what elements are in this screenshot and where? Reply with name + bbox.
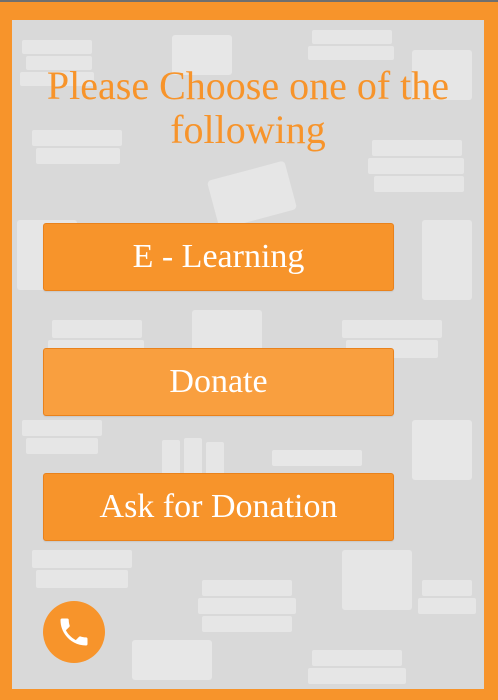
call-button[interactable] — [43, 601, 105, 663]
screen-frame: Please Choose one of the following E - L… — [0, 0, 498, 700]
phone-icon — [60, 618, 88, 646]
elearning-button[interactable]: E - Learning — [43, 223, 394, 291]
content-panel: Please Choose one of the following E - L… — [12, 20, 484, 689]
ask-for-donation-button[interactable]: Ask for Donation — [43, 473, 394, 541]
page-title: Please Choose one of the following — [46, 63, 450, 152]
donate-button[interactable]: Donate — [43, 348, 394, 416]
